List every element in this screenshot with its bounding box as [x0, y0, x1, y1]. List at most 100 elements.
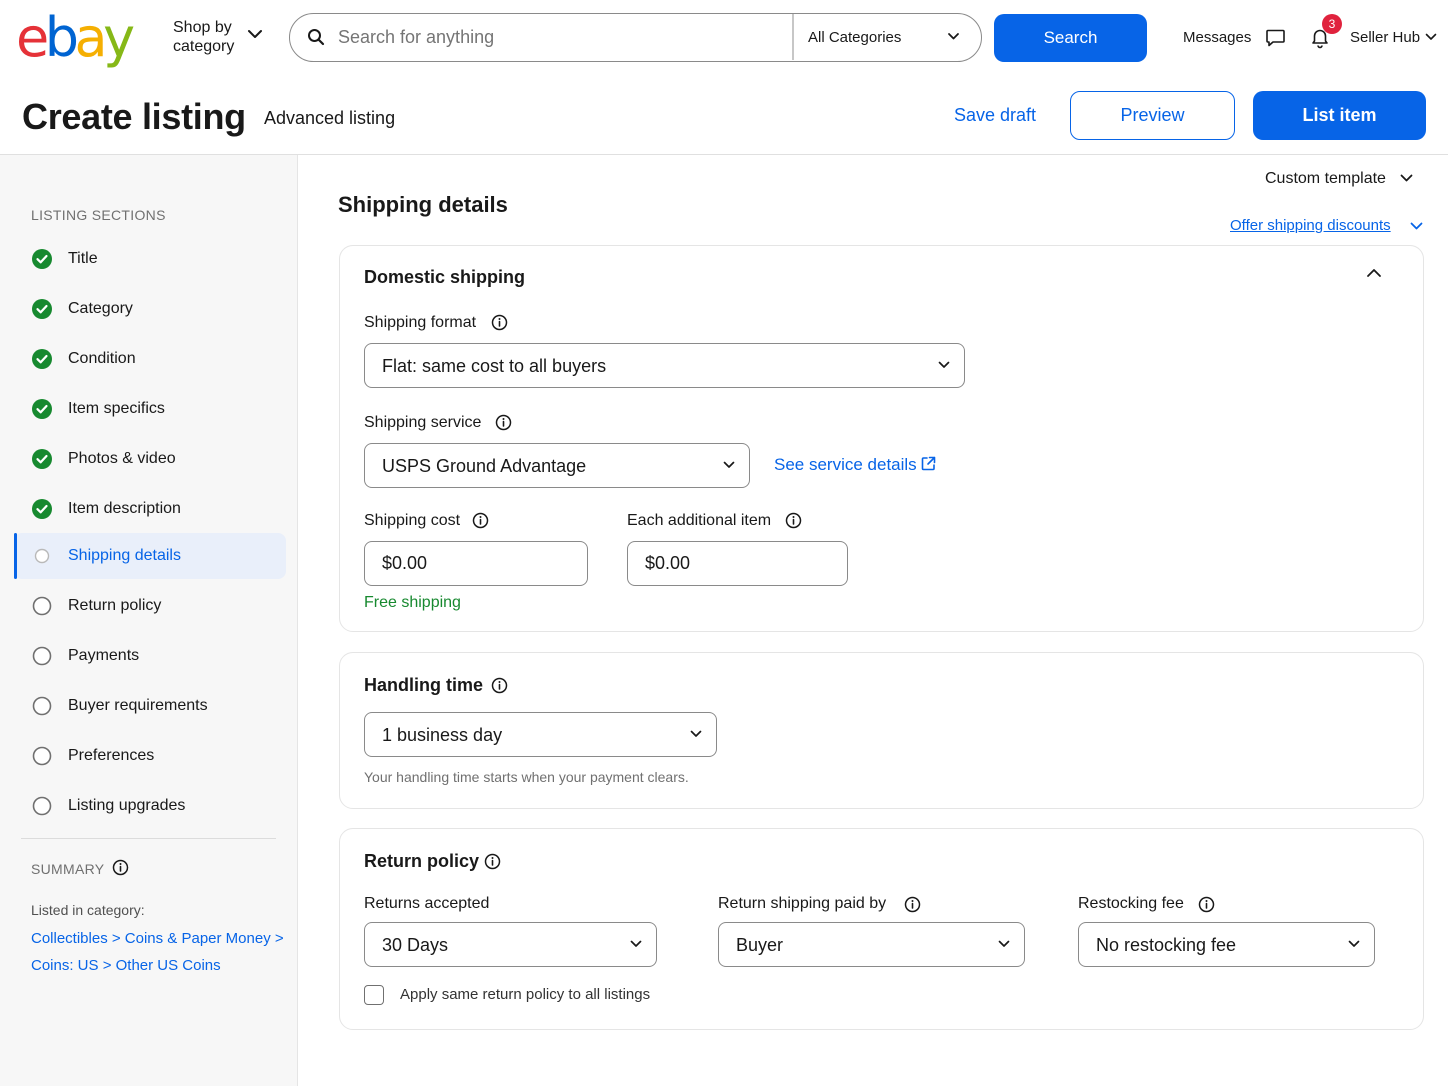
- chevron-down-icon: [690, 730, 702, 738]
- select-value: USPS Ground Advantage: [382, 456, 587, 476]
- chat-bubble-icon[interactable]: [1265, 27, 1286, 48]
- additional-item-input[interactable]: [645, 553, 825, 574]
- free-shipping-note: Free shipping: [364, 594, 461, 611]
- return-policy-card: Return policy Returns accepted 30 Days R…: [339, 828, 1424, 1030]
- sidebar-item-label: Return policy: [68, 597, 162, 614]
- sidebar-item-listing-upgrades[interactable]: Listing upgrades: [14, 783, 286, 829]
- chevron-down-icon: [1348, 940, 1360, 948]
- search-bar: All Categories: [289, 13, 982, 62]
- sidebar-item-condition[interactable]: Condition: [14, 336, 286, 382]
- chevron-down-icon: [630, 940, 642, 948]
- top-navigation: ebay Shop by category All Categories Sea…: [0, 0, 1448, 76]
- apply-all-checkbox[interactable]: [364, 985, 384, 1005]
- see-service-details-link[interactable]: See service details: [774, 455, 917, 475]
- seller-hub-menu[interactable]: Seller Hub: [1350, 29, 1420, 46]
- logo-letter: a: [74, 6, 108, 69]
- check-circle-icon: [32, 349, 52, 369]
- shipping-format-label: Shipping format: [364, 314, 477, 331]
- return-shipping-paid-by-select[interactable]: Buyer: [718, 922, 1025, 967]
- ebay-logo[interactable]: ebay: [16, 6, 135, 69]
- category-path-line[interactable]: Collectibles > Coins & Paper Money >: [31, 925, 291, 952]
- logo-letter: b: [44, 6, 79, 69]
- sidebar-item-payments[interactable]: Payments: [14, 633, 286, 679]
- page-subtitle: Advanced listing: [264, 108, 396, 128]
- category-select[interactable]: All Categories: [808, 29, 901, 46]
- chevron-up-icon[interactable]: [1366, 268, 1382, 278]
- info-icon[interactable]: [495, 414, 512, 431]
- select-value: 1 business day: [382, 725, 503, 745]
- shipping-cost-input[interactable]: [382, 553, 562, 574]
- shop-by-category[interactable]: Shop by category: [173, 18, 253, 56]
- chevron-down-icon[interactable]: [1400, 174, 1413, 183]
- chevron-down-icon[interactable]: [1425, 33, 1437, 41]
- sidebar-item-label: Preferences: [68, 747, 155, 764]
- chevron-down-icon[interactable]: [947, 32, 960, 41]
- summary-heading: SUMMARY: [31, 861, 105, 877]
- chevron-down-icon: [938, 361, 950, 369]
- chevron-down-icon[interactable]: [247, 29, 263, 39]
- sidebar-item-photos-video[interactable]: Photos & video: [14, 436, 286, 482]
- info-icon[interactable]: [484, 853, 501, 870]
- select-value: 30 Days: [382, 935, 449, 955]
- sidebar-item-item-specifics[interactable]: Item specifics: [14, 386, 286, 432]
- list-item-button[interactable]: List item: [1253, 91, 1426, 140]
- handling-time-select[interactable]: 1 business day: [364, 712, 717, 757]
- handling-time-hint: Your handling time starts when your paym…: [364, 769, 689, 785]
- restocking-fee-select[interactable]: No restocking fee: [1078, 922, 1375, 967]
- info-icon[interactable]: [1198, 896, 1215, 913]
- info-icon[interactable]: [904, 896, 921, 913]
- empty-circle-icon: [32, 596, 52, 616]
- messages-link[interactable]: Messages: [1183, 29, 1251, 46]
- info-icon[interactable]: [785, 512, 802, 529]
- shipping-format-select[interactable]: Flat: same cost to all buyers: [364, 343, 965, 388]
- apply-all-label[interactable]: Apply same return policy to all listings: [400, 986, 650, 1003]
- info-icon[interactable]: [112, 859, 129, 876]
- empty-circle-icon: [32, 696, 52, 716]
- sidebar-item-label: Category: [68, 300, 133, 317]
- sidebar-item-label: Photos & video: [68, 450, 176, 467]
- chevron-down-icon: [998, 940, 1010, 948]
- info-icon[interactable]: [491, 314, 508, 331]
- shipping-service-select[interactable]: USPS Ground Advantage: [364, 443, 750, 488]
- category-path-line[interactable]: Coins: US > Other US Coins: [31, 952, 291, 979]
- card-title: Handling time: [364, 675, 484, 695]
- search-input[interactable]: [338, 27, 778, 48]
- listing-sections-sidebar: LISTING SECTIONS Title Category Condition I…: [0, 155, 298, 1086]
- custom-template-menu[interactable]: Custom template: [1265, 170, 1386, 188]
- sidebar-heading: LISTING SECTIONS: [31, 207, 166, 223]
- select-value: Flat: same cost to all buyers: [382, 356, 607, 376]
- offer-shipping-discounts-link[interactable]: Offer shipping discounts: [1230, 217, 1391, 234]
- sidebar-item-title[interactable]: Title: [14, 236, 286, 282]
- current-step-icon: [32, 546, 52, 566]
- returns-accepted-select[interactable]: 30 Days: [364, 922, 657, 967]
- check-circle-icon: [32, 299, 52, 319]
- search-button[interactable]: Search: [994, 14, 1147, 62]
- sidebar-item-shipping-details[interactable]: Shipping details: [14, 533, 286, 579]
- sidebar-item-label: Listing upgrades: [68, 797, 186, 814]
- sidebar-item-preferences[interactable]: Preferences: [14, 733, 286, 779]
- sidebar-item-buyer-requirements[interactable]: Buyer requirements: [14, 683, 286, 729]
- chevron-down-icon: [723, 461, 735, 469]
- empty-circle-icon: [32, 796, 52, 816]
- returns-accepted-label: Returns accepted: [364, 895, 490, 912]
- sidebar-divider: [21, 838, 276, 839]
- shipping-cost-field[interactable]: [364, 541, 588, 586]
- restocking-fee-label: Restocking fee: [1078, 895, 1184, 912]
- sidebar-item-return-policy[interactable]: Return policy: [14, 583, 286, 629]
- sidebar-item-item-description[interactable]: Item description: [14, 486, 286, 532]
- chevron-down-icon[interactable]: [1410, 222, 1423, 231]
- additional-item-field[interactable]: [627, 541, 848, 586]
- listed-in-label: Listed in category:: [31, 902, 145, 918]
- info-icon[interactable]: [491, 677, 508, 694]
- sidebar-item-label: Item description: [68, 500, 181, 517]
- save-draft-button[interactable]: Save draft: [954, 105, 1036, 126]
- sidebar-item-label: Payments: [68, 647, 140, 664]
- card-title: Return policy: [364, 851, 480, 871]
- empty-circle-icon: [32, 646, 52, 666]
- sidebar-item-category[interactable]: Category: [14, 286, 286, 332]
- external-link-icon[interactable]: [920, 455, 937, 472]
- category-path-link[interactable]: Collectibles > Coins & Paper Money > Coi…: [31, 925, 291, 979]
- preview-button[interactable]: Preview: [1070, 91, 1235, 140]
- section-title: Shipping details: [338, 192, 508, 217]
- info-icon[interactable]: [472, 512, 489, 529]
